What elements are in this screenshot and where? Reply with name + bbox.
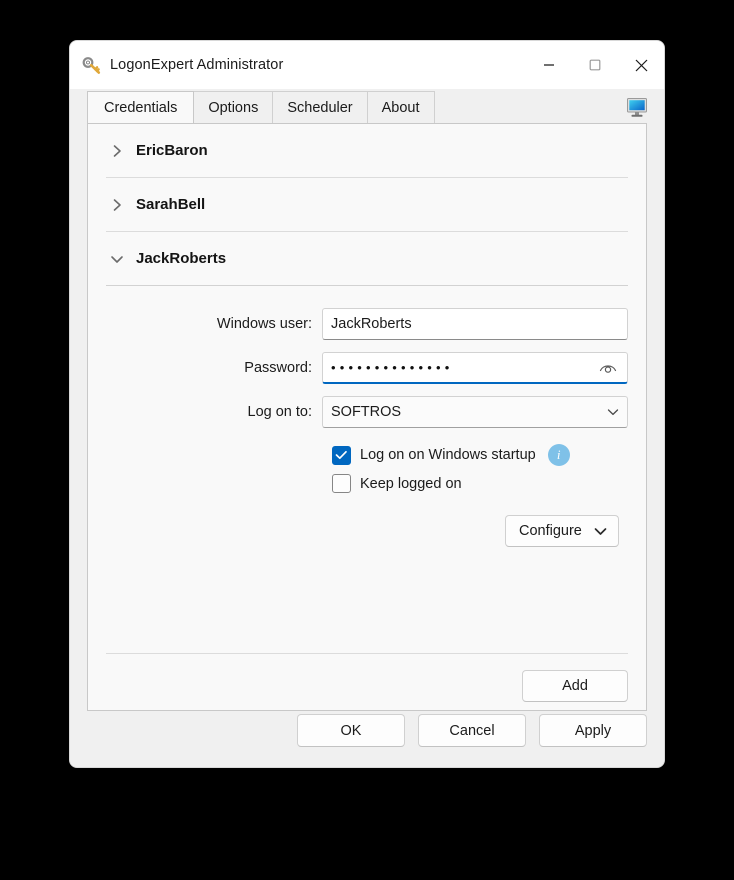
password-value: ••••••••••••••: [331, 361, 454, 374]
chevron-down-icon: [594, 527, 607, 536]
panel-divider: [106, 653, 628, 654]
title-bar: LogonExpert Administrator: [70, 41, 664, 89]
configure-button-row: Configure: [106, 515, 628, 547]
windows-user-label: Windows user:: [216, 316, 312, 332]
tab-credentials[interactable]: Credentials: [87, 91, 195, 123]
log-on-to-row: Log on to: SOFTROS: [106, 396, 628, 428]
credentials-panel: EricBaron SarahBell JackRoberts Windows …: [87, 123, 647, 711]
cancel-button-label: Cancel: [449, 722, 495, 739]
windows-user-input[interactable]: JackRoberts: [322, 308, 628, 340]
info-glyph: i: [556, 447, 561, 462]
maximize-button[interactable]: [572, 41, 618, 89]
windows-user-row: Windows user: JackRoberts: [106, 308, 628, 340]
add-button-label: Add: [562, 678, 588, 694]
close-button[interactable]: [618, 41, 664, 89]
configure-button-label: Configure: [519, 523, 582, 539]
window-title: LogonExpert Administrator: [110, 57, 284, 73]
maximize-icon: [589, 59, 601, 71]
startup-checkbox[interactable]: [332, 445, 351, 465]
chevron-right-icon: [108, 198, 126, 212]
account-section-sarahbell[interactable]: SarahBell: [106, 178, 628, 232]
credential-form: Windows user: JackRoberts Password: ••••…: [106, 286, 628, 547]
apply-button-label: Apply: [574, 722, 612, 739]
chevron-down-icon: [607, 408, 619, 416]
tab-scheduler[interactable]: Scheduler: [272, 91, 368, 123]
key-icon: [82, 55, 102, 75]
account-section-ericbaron[interactable]: EricBaron: [106, 124, 628, 178]
tab-label: Scheduler: [287, 99, 353, 116]
startup-checkbox-label: Log on on Windows startup: [360, 447, 536, 463]
ok-button-label: OK: [340, 722, 362, 739]
password-row: Password: ••••••••••••••: [106, 352, 628, 384]
tab-label: About: [381, 99, 420, 116]
account-section-jackroberts[interactable]: JackRoberts: [106, 232, 628, 286]
cancel-button[interactable]: Cancel: [418, 714, 526, 747]
keep-logged-checkbox[interactable]: [332, 474, 351, 493]
keep-logged-checkbox-row: Keep logged on: [332, 474, 628, 493]
application-window: LogonExpert Administrator Credentials Op…: [69, 40, 665, 768]
password-label: Password:: [244, 360, 312, 376]
chevron-right-icon: [108, 144, 126, 158]
startup-checkbox-row: Log on on Windows startup i: [332, 444, 628, 466]
account-name: SarahBell: [136, 196, 206, 213]
close-icon: [635, 59, 647, 71]
monitor-icon[interactable]: [624, 97, 650, 119]
window-controls: [526, 41, 664, 89]
add-button-row: Add: [522, 670, 628, 702]
chevron-down-icon: [108, 254, 126, 264]
log-on-to-select[interactable]: SOFTROS: [322, 396, 628, 428]
eye-icon[interactable]: [597, 357, 619, 379]
log-on-to-label: Log on to:: [247, 404, 313, 420]
tab-label: Credentials: [104, 99, 178, 116]
configure-button[interactable]: Configure: [505, 515, 619, 547]
add-button[interactable]: Add: [522, 670, 628, 702]
keep-logged-checkbox-label: Keep logged on: [360, 475, 462, 492]
checkmark-icon: [335, 450, 347, 460]
tab-about[interactable]: About: [366, 91, 435, 123]
tab-strip: Credentials Options Scheduler About: [70, 89, 664, 123]
info-icon[interactable]: i: [547, 444, 570, 466]
log-on-to-value: SOFTROS: [331, 404, 402, 420]
tab-options[interactable]: Options: [193, 91, 274, 123]
tab-label: Options: [208, 99, 259, 116]
minimize-icon: [544, 64, 554, 66]
account-name: EricBaron: [136, 142, 208, 159]
apply-button[interactable]: Apply: [539, 714, 647, 747]
account-name: JackRoberts: [136, 250, 227, 267]
ok-button[interactable]: OK: [297, 714, 405, 747]
minimize-button[interactable]: [526, 41, 572, 89]
password-input[interactable]: ••••••••••••••: [322, 352, 628, 384]
windows-user-value: JackRoberts: [331, 316, 412, 332]
